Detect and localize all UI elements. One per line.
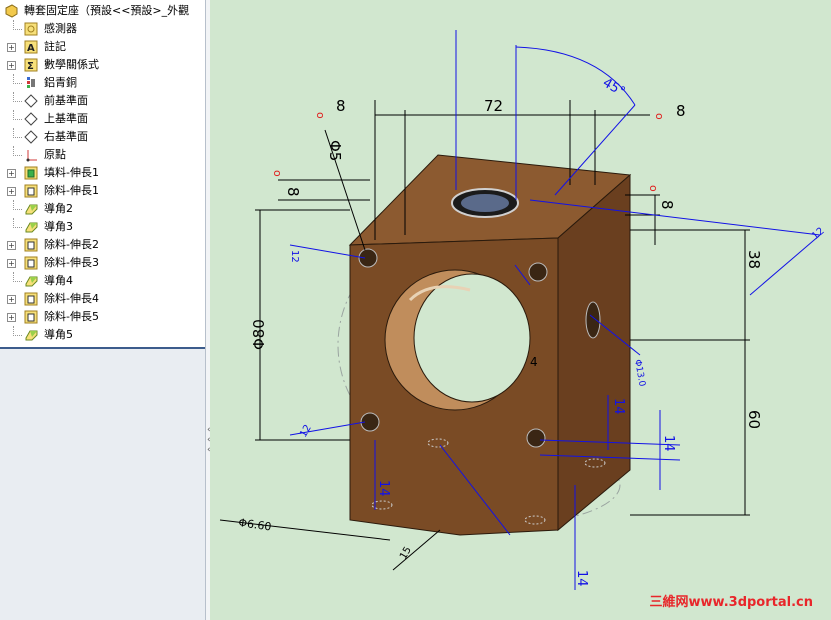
- material-icon: [23, 75, 38, 90]
- dim-38[interactable]: 38: [745, 250, 763, 269]
- tree-item-label: 註記: [44, 40, 66, 53]
- plane-icon: [23, 129, 38, 144]
- tree-connector: [13, 272, 22, 282]
- chamfer-icon: [23, 201, 38, 216]
- dim-12-b[interactable]: 12: [298, 423, 314, 440]
- dim-12-a[interactable]: 12: [289, 250, 300, 263]
- dim-14-b[interactable]: 14: [661, 435, 676, 452]
- chamfer-icon: [23, 327, 38, 342]
- svg-text:A: A: [27, 43, 35, 54]
- watermark: 三維网www.3dportal.cn: [649, 595, 813, 610]
- dim-14-bottom[interactable]: 14: [574, 570, 589, 587]
- tree-item-label: 除料-伸長2: [44, 238, 99, 251]
- dim-8-top-left[interactable]: 8: [336, 97, 346, 115]
- top-hole-inner: [461, 194, 509, 212]
- tree-connector: [13, 146, 22, 156]
- part-icon: [4, 3, 19, 18]
- part-right-face: [557, 173, 631, 532]
- dim-8-top-right[interactable]: 8: [676, 102, 686, 120]
- driven-marker-4: o: [647, 185, 660, 192]
- tree-item-label: 導角3: [44, 220, 73, 233]
- expand-icon[interactable]: +: [7, 169, 16, 178]
- model-view: 8 72 8 8 8 38 60 Φ80 Φ5 4 Φ6.60 15 45° Φ…: [219, 30, 827, 590]
- dim-15[interactable]: 15: [398, 545, 414, 562]
- dim-60[interactable]: 60: [745, 410, 763, 429]
- tree-empty-area: [0, 347, 205, 620]
- part-body[interactable]: [348, 154, 632, 536]
- dim-14-c[interactable]: 14: [376, 480, 391, 497]
- expand-icon[interactable]: +: [7, 295, 16, 304]
- dim-8-right[interactable]: 8: [658, 200, 676, 210]
- tree-item-label: 除料-伸長1: [44, 184, 99, 197]
- tree-connector: [13, 74, 22, 84]
- expand-icon[interactable]: +: [7, 259, 16, 268]
- tree-item-label: 除料-伸長4: [44, 292, 99, 305]
- tree-item-label: 鋁青銅: [44, 76, 77, 89]
- tree-item-label: 前基準面: [44, 94, 88, 107]
- tree-item-label: 上基準面: [44, 112, 88, 125]
- tree-item-label: 除料-伸長5: [44, 310, 99, 323]
- cut-extrude-icon: [23, 291, 38, 306]
- dim-8-left[interactable]: 8: [284, 187, 302, 197]
- tree-item-label: 填料-伸長1: [44, 166, 99, 179]
- expand-icon[interactable]: +: [7, 241, 16, 250]
- hole-top-right: [528, 262, 548, 282]
- equation-icon: Σ: [23, 57, 38, 72]
- tree-connector: [13, 92, 22, 102]
- driven-marker-2: o: [653, 113, 666, 120]
- tree-item-label: 導角4: [44, 274, 73, 287]
- tree-item-label: 原點: [44, 148, 66, 161]
- plane-icon: [23, 111, 38, 126]
- dim-phi6-60[interactable]: Φ6.60: [238, 516, 273, 533]
- driven-marker-3: o: [271, 170, 284, 177]
- expand-icon[interactable]: +: [7, 61, 16, 70]
- dim-45deg[interactable]: 45°: [600, 75, 627, 100]
- cut-extrude-icon: [23, 255, 38, 270]
- dim-phi80[interactable]: Φ80: [250, 319, 268, 350]
- chamfer-icon: [23, 219, 38, 234]
- feature-manager-tree: 轉套固定座（預設<<預設>_外觀 感測器 + A 註記 + Σ 數學關係式鋁青銅前基準面上基…: [0, 0, 206, 620]
- graphics-area[interactable]: 8 72 8 8 8 38 60 Φ80 Φ5 4 Φ6.60 15 45° Φ…: [210, 0, 831, 620]
- dim-4[interactable]: 4: [530, 355, 538, 369]
- chamfer-icon: [23, 273, 38, 288]
- tree-connector: [13, 200, 22, 210]
- boss-extrude-icon: [23, 165, 38, 180]
- side-hole: [585, 301, 601, 339]
- hole-top-left: [358, 248, 378, 268]
- tree-connector: [13, 128, 22, 138]
- bore-opening: [413, 273, 531, 403]
- sensor-icon: [23, 21, 38, 36]
- tree-connector: [13, 218, 22, 228]
- plane-icon: [23, 93, 38, 108]
- svg-text:Σ: Σ: [27, 61, 34, 72]
- tree-connector: [13, 326, 22, 336]
- tree-item-label: 導角5: [44, 328, 73, 341]
- origin-icon: [23, 147, 38, 162]
- tree-item-label: 除料-伸長3: [44, 256, 99, 269]
- hole-bottom-right: [526, 428, 546, 448]
- expand-icon[interactable]: +: [7, 43, 16, 52]
- driven-marker-1: o: [314, 112, 327, 119]
- dim-phi5[interactable]: Φ5: [326, 140, 344, 161]
- annotation-icon: A: [23, 39, 38, 54]
- cut-extrude-icon: [23, 237, 38, 252]
- dim-12-c[interactable]: 12: [810, 226, 827, 243]
- dim-phi13[interactable]: Φ13.0: [632, 359, 647, 388]
- tree-connector: [13, 110, 22, 120]
- tree-connector: [13, 20, 22, 30]
- tree-item-label: 感測器: [44, 22, 77, 35]
- expand-icon[interactable]: +: [7, 313, 16, 322]
- tree-root-label: 轉套固定座（預設<<預設>_外觀: [24, 4, 190, 17]
- dim-14-a[interactable]: 14: [611, 398, 626, 415]
- tree-item-label: 右基準面: [44, 130, 88, 143]
- dim-72[interactable]: 72: [484, 97, 503, 115]
- cut-extrude-icon: [23, 183, 38, 198]
- tree-item-label: 導角2: [44, 202, 73, 215]
- tree-item-label: 數學關係式: [44, 58, 99, 71]
- expand-icon[interactable]: +: [7, 187, 16, 196]
- cut-extrude-icon: [23, 309, 38, 324]
